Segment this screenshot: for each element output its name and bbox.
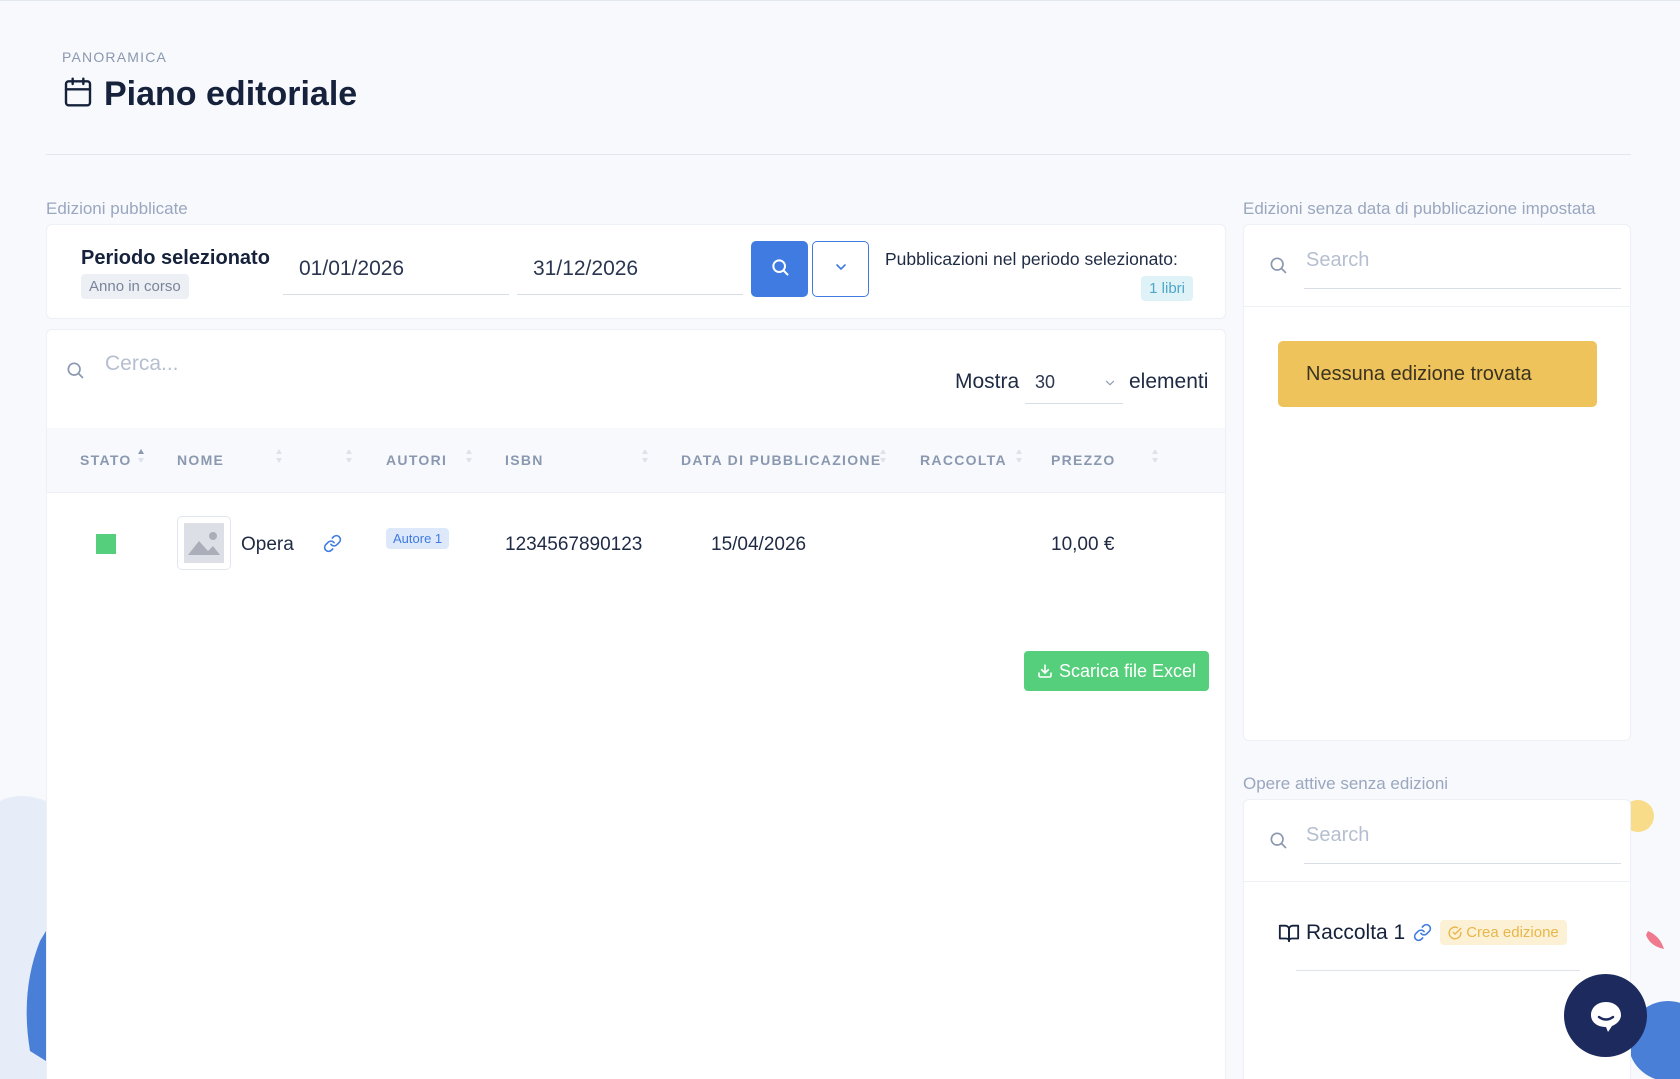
column-header-authors[interactable]: AUTORI [386, 452, 447, 468]
column-header-status[interactable]: STATO [80, 452, 132, 468]
show-label: Mostra [955, 370, 1020, 393]
chat-launcher-button[interactable] [1564, 974, 1647, 1057]
link-icon[interactable] [1413, 923, 1432, 942]
image-placeholder-icon [177, 516, 231, 570]
date-from-input[interactable]: 01/01/2026 [283, 249, 509, 295]
list-item[interactable]: Raccolta 1 Crea edizione [1278, 920, 1567, 945]
sort-icon[interactable] [345, 448, 353, 464]
row-name[interactable]: Opera [241, 534, 294, 556]
sort-icon[interactable] [641, 448, 649, 464]
status-indicator [96, 534, 116, 554]
divider [1244, 881, 1630, 882]
search-icon [1268, 255, 1288, 280]
page-title: Piano editoriale [104, 75, 358, 113]
header-divider [46, 154, 1631, 155]
create-edition-button[interactable]: Crea edizione [1440, 920, 1567, 945]
no-editions-search-input[interactable]: Search [1304, 808, 1621, 864]
sort-icon[interactable] [465, 448, 473, 464]
link-icon[interactable] [323, 534, 342, 558]
sort-icon[interactable] [1015, 448, 1023, 464]
divider [1296, 970, 1580, 971]
empty-alert: Nessuna edizione trovata [1278, 341, 1597, 407]
check-circle-icon [1448, 925, 1462, 940]
row-isbn: 1234567890123 [505, 534, 643, 555]
sort-icon[interactable] [137, 448, 145, 464]
period-title: Periodo selezionato [81, 247, 270, 269]
page-size-select[interactable]: 30 [1025, 358, 1123, 404]
column-header-price[interactable]: PREZZO [1051, 452, 1116, 468]
sort-icon[interactable] [275, 448, 283, 464]
publications-count-badge: 1 libri [1141, 276, 1193, 301]
column-header-collection[interactable]: RACCOLTA [920, 452, 1007, 468]
editions-table-card: Cerca... Mostra 30 elementi STATO NOME A… [46, 329, 1226, 1079]
no-date-search-input[interactable]: Search [1304, 233, 1621, 289]
no-date-card: Search Nessuna edizione trovata [1243, 224, 1631, 741]
search-icon [1268, 830, 1288, 855]
publications-label: Pubblicazioni nel periodo selezionato: [885, 249, 1178, 269]
period-badge: Anno in corso [81, 274, 189, 299]
download-excel-label: Scarica file Excel [1058, 660, 1197, 681]
chevron-down-icon [1103, 374, 1117, 395]
published-section-label: Edizioni pubblicate [46, 199, 188, 218]
search-icon [65, 360, 85, 385]
table-header: STATO NOME AUTORI ISBN DATA DI PUBBLICAZ… [47, 428, 1225, 493]
create-edition-label: Crea edizione [1466, 924, 1559, 941]
download-excel-button[interactable]: Scarica file Excel [1024, 651, 1209, 691]
column-header-publication-date[interactable]: DATA DI PUBBLICAZIONE [681, 452, 881, 468]
author-badge[interactable]: Autore 1 [386, 528, 450, 549]
elements-label: elementi [1129, 370, 1209, 393]
row-price: 10,00 € [1051, 534, 1115, 555]
divider [1244, 306, 1630, 307]
sort-icon[interactable] [879, 448, 887, 464]
table-row[interactable]: Opera Autore 1 1234567890123 15/04/2026 … [47, 494, 1225, 594]
breadcrumb: PANORAMICA [62, 49, 168, 65]
page-size-value: 30 [1035, 372, 1056, 392]
period-search-button[interactable] [751, 241, 808, 297]
download-icon [1037, 663, 1053, 679]
chevron-down-icon [833, 259, 849, 280]
no-date-section-label: Edizioni senza data di pubblicazione imp… [1243, 199, 1596, 218]
column-header-name[interactable]: NOME [177, 452, 224, 468]
table-search-input[interactable]: Cerca... [105, 352, 179, 376]
book-icon [1278, 922, 1300, 944]
list-item-label[interactable]: Raccolta 1 [1306, 921, 1405, 945]
search-icon [770, 257, 790, 282]
sort-icon[interactable] [1151, 448, 1159, 464]
date-to-input[interactable]: 31/12/2026 [517, 249, 743, 295]
no-editions-section-label: Opere attive senza edizioni [1243, 774, 1449, 793]
calendar-icon [62, 76, 94, 113]
period-options-button[interactable] [812, 241, 869, 297]
period-card: Periodo selezionato Anno in corso 01/01/… [46, 224, 1226, 319]
column-header-isbn[interactable]: ISBN [505, 452, 544, 468]
row-publication-date: 15/04/2026 [711, 534, 807, 555]
page-header: PANORAMICA Piano editoriale [62, 49, 357, 114]
chat-icon [1586, 996, 1626, 1036]
